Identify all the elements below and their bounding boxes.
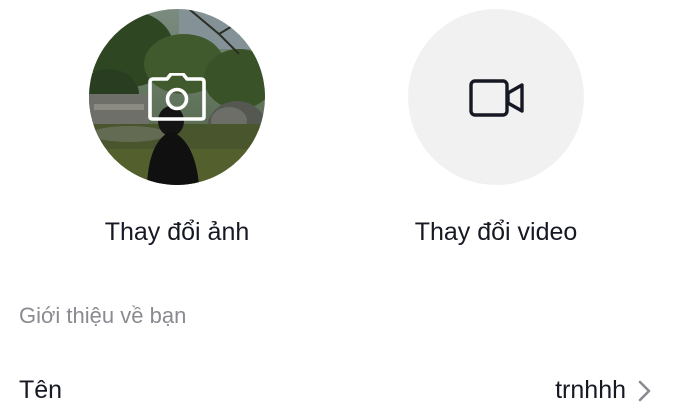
name-label: Tên [19, 376, 63, 404]
chevron-right-icon [638, 380, 651, 402]
edit-profile-page: Thay đổi ảnh Thay đổi video Giới thiệu v… [0, 0, 700, 417]
name-row[interactable]: Tên trnhhh [0, 362, 700, 417]
video-camera-icon [469, 79, 524, 117]
camera-icon [148, 73, 206, 121]
profile-photo-avatar[interactable] [89, 9, 265, 185]
name-value: trnhhh [555, 376, 626, 404]
profile-video-placeholder[interactable] [408, 9, 584, 185]
change-photo-button[interactable]: Thay đổi ảnh [77, 216, 277, 248]
change-video-button[interactable]: Thay đổi video [396, 216, 596, 248]
section-heading-about-you: Giới thiệu về bạn [19, 303, 187, 328]
